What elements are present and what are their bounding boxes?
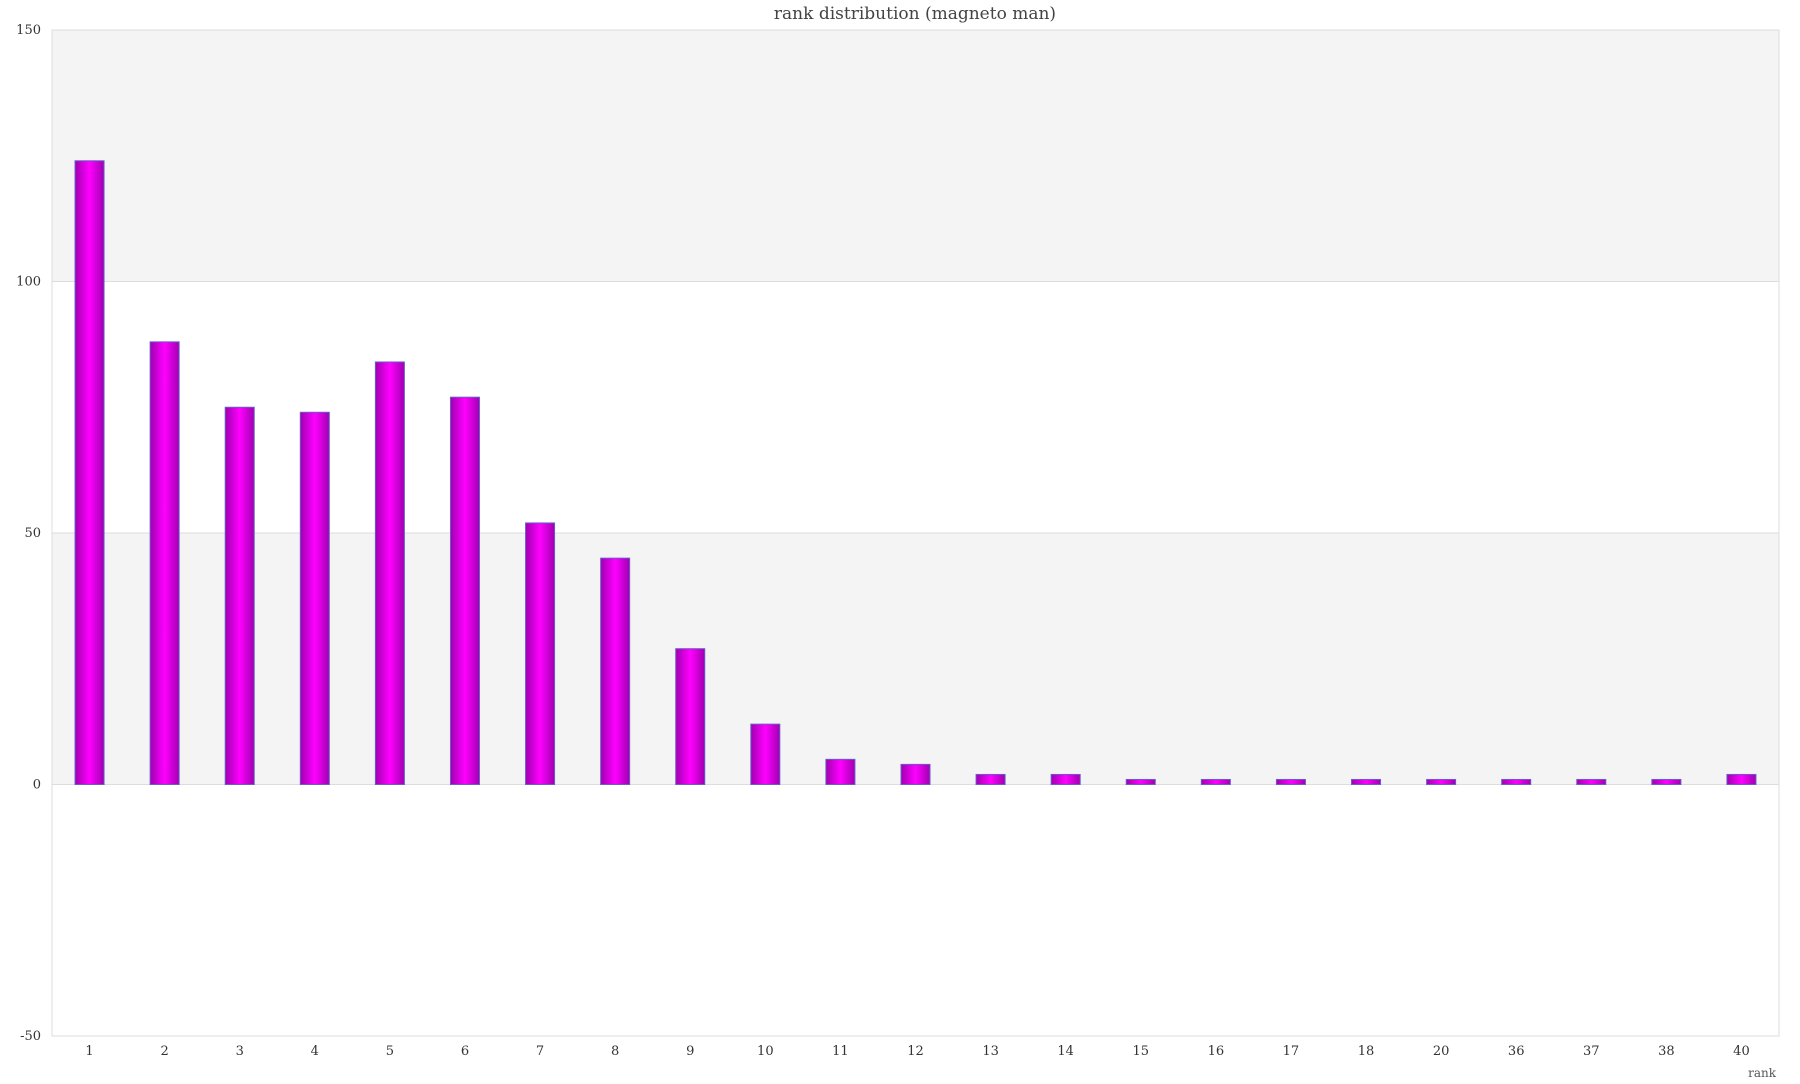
- x-tick-label: 8: [611, 1044, 619, 1059]
- bar: [449, 396, 480, 785]
- bar: [825, 758, 856, 785]
- y-tick-label: 100: [16, 275, 41, 290]
- background-band: [52, 30, 1779, 282]
- bar: [299, 411, 330, 785]
- bar: [525, 522, 556, 785]
- bar-chart: 150100500-50 1 2 3 4 5 6 7 8 9 10 11 12 13 14 15 16 17 18…: [16, 4, 1780, 1080]
- x-tick-label: 7: [536, 1044, 544, 1059]
- bar: [1726, 773, 1757, 786]
- x-tick-label: 17: [1283, 1044, 1300, 1059]
- bar: [900, 763, 931, 786]
- x-tick-label: 6: [461, 1044, 469, 1059]
- y-tick-label: 0: [33, 778, 41, 793]
- chart-title: rank distribution (magneto man): [774, 4, 1056, 24]
- bar: [74, 160, 105, 785]
- x-tick-label: 10: [757, 1044, 774, 1059]
- x-tick-label: 13: [982, 1044, 999, 1059]
- bar: [1200, 778, 1231, 785]
- bar: [675, 648, 706, 785]
- x-tick-label: 1: [85, 1044, 93, 1059]
- chart-container: 150 100 50 0 -50 1 2 3 4 5 6 7 8 9 10 11 12 13 14 15 16 17 18…: [0, 0, 1800, 1080]
- bar: [1576, 778, 1607, 785]
- x-tick-label: 15: [1132, 1044, 1149, 1059]
- x-tick-label: 5: [386, 1044, 394, 1059]
- bar: [1426, 778, 1457, 785]
- x-tick-label: 40: [1733, 1044, 1750, 1059]
- y-tick-label: 50: [24, 526, 41, 541]
- x-tick-label: 3: [236, 1044, 244, 1059]
- x-tick-labels: 1 2 3 4 5 6 7 8 9 10 11 12 13 14 15 16 17 18 20 36 37 38 40: [85, 1044, 1749, 1059]
- y-tick-labels: 150 100 50 0 -50: [16, 23, 41, 1044]
- x-tick-label: 37: [1583, 1044, 1600, 1059]
- x-tick-label: 36: [1508, 1044, 1525, 1059]
- bar: [975, 773, 1006, 786]
- x-tick-label: 9: [686, 1044, 694, 1059]
- bar: [374, 361, 405, 785]
- bar: [1050, 773, 1081, 786]
- y-tick-label: -50: [20, 1029, 41, 1044]
- bar: [149, 341, 180, 785]
- x-tick-label: 12: [907, 1044, 924, 1059]
- x-tick-label: 11: [832, 1044, 849, 1059]
- x-axis-label: rank: [1748, 1066, 1777, 1080]
- x-tick-label: 18: [1358, 1044, 1375, 1059]
- bar: [1125, 778, 1156, 785]
- bar: [750, 723, 781, 786]
- x-tick-label: 2: [160, 1044, 168, 1059]
- bar: [1651, 778, 1682, 785]
- bar: [224, 406, 255, 785]
- x-tick-label: 14: [1057, 1044, 1074, 1059]
- x-tick-label: 16: [1208, 1044, 1225, 1059]
- bar: [1501, 778, 1532, 785]
- y-tick-label: 150: [16, 23, 41, 38]
- bar: [1275, 778, 1306, 785]
- x-tick-label: 38: [1658, 1044, 1675, 1059]
- x-tick-label: 20: [1433, 1044, 1450, 1059]
- bar: [1351, 778, 1382, 785]
- x-tick-label: 4: [311, 1044, 319, 1059]
- bar: [600, 557, 631, 786]
